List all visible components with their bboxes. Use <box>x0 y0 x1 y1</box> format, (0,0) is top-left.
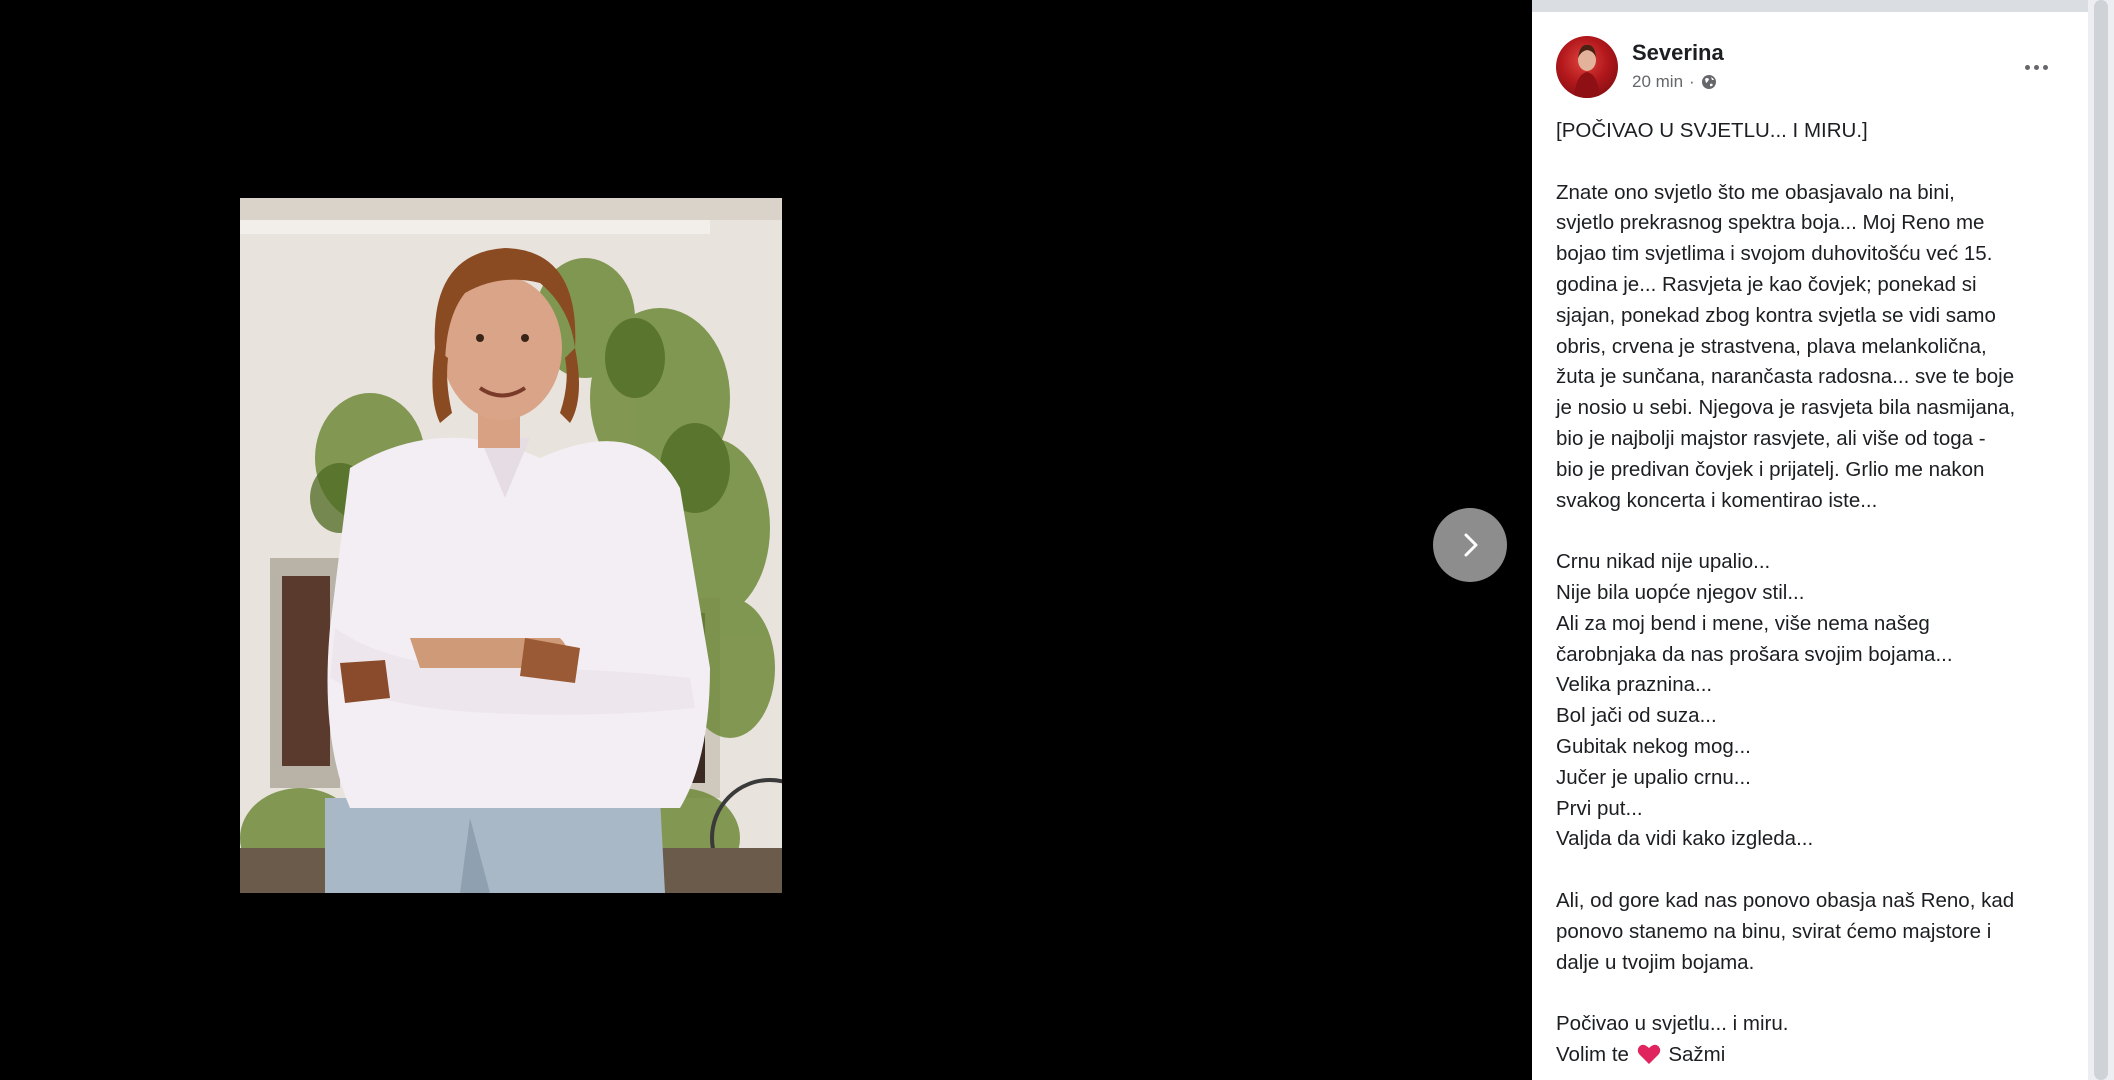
post-line: žuta je sunčana, narančasta radosna... s… <box>1556 365 2015 389</box>
post-line: dalje u tvojim bojama. <box>1556 950 1755 974</box>
post-line: bojao tim svjetlima i svojom duhovitošću… <box>1556 242 1993 266</box>
post-line: [POČIVAO U SVJETLU... I MIRU.] <box>1556 119 1868 142</box>
post-line: Bol jači od suza... <box>1556 704 1717 728</box>
chevron-right-icon <box>1464 533 1478 557</box>
post-time[interactable]: 20 min <box>1632 72 1683 92</box>
post-line: Gubitak nekog mog... <box>1556 734 1751 758</box>
post-line: Valjda da vidi kako izgleda... <box>1556 827 1814 851</box>
post-line: čarobnjaka da nas prošara svojim bojama.… <box>1556 642 1953 666</box>
photo-image <box>240 198 782 893</box>
post-line: Znate ono svjetlo što me obasjavalo na b… <box>1556 180 1955 204</box>
post-photo <box>240 198 782 893</box>
post-line: je nosio u sebi. Njegova je rasvjeta bil… <box>1556 396 2016 420</box>
post-meta: 20 min · <box>1632 72 1717 92</box>
globe-icon <box>1701 75 1716 89</box>
avatar[interactable] <box>1556 36 1618 98</box>
author-name[interactable]: Severina <box>1632 40 1724 66</box>
post-line: Jučer je upalio crnu... <box>1556 765 1751 789</box>
post-line: sjajan, ponekad zbog kontra svjetla se v… <box>1556 303 1996 327</box>
post-line: svjetlo prekrasnog spektra boja... Moj R… <box>1556 211 1985 235</box>
post-line: Nije bila uopće njegov stil... <box>1556 580 1805 604</box>
post-line: Počivao u svjetlu... i miru. <box>1556 1012 1789 1036</box>
post-line: Ali za moj bend i mene, više nema našeg <box>1556 611 1930 635</box>
post-line: ponovo stanemo na binu, svirat ćemo majs… <box>1556 919 1992 943</box>
photo-viewer <box>0 0 1532 1080</box>
post-line: svakog koncerta i komentirao iste... <box>1556 488 1878 512</box>
post-line: bio je predivan čovjek i prijatelj. Grli… <box>1556 457 1985 481</box>
post-line: godina je... Rasvjeta je kao čovjek; pon… <box>1556 272 1977 296</box>
scrollbar-thumb[interactable] <box>2094 0 2108 1080</box>
post-line: Crnu nikad nije upalio... <box>1556 550 1771 574</box>
next-photo-button[interactable] <box>1433 508 1507 582</box>
post-panel: Severina 20 min · [POČIVAO U SVJETLU... … <box>1532 0 2088 1080</box>
more-options-button[interactable] <box>2016 50 2056 84</box>
post-line: obris, crvena je strastvena, plava melan… <box>1556 334 1987 358</box>
post-text: [POČIVAO U SVJETLU... I MIRU.] Znate ono… <box>1556 116 2076 1071</box>
heart-icon <box>1637 1044 1660 1064</box>
post-line: bio je najbolji majstor rasvjete, ali vi… <box>1556 426 1986 450</box>
meta-separator: · <box>1689 72 1695 91</box>
post-header: Severina 20 min · <box>1556 36 2064 100</box>
post-line: Velika praznina... <box>1556 673 1713 697</box>
see-less-link[interactable]: Sažmi <box>1668 1043 1725 1066</box>
avatar-image <box>1574 44 1600 98</box>
post-line: Prvi put... <box>1556 796 1643 820</box>
closing-text: Volim te <box>1556 1042 1629 1066</box>
more-options-icon <box>2024 64 2030 70</box>
post-closing-line: Volim te Sažmi <box>1556 1040 2076 1071</box>
post-line: Ali, od gore kad nas ponovo obasja naš R… <box>1556 888 2015 912</box>
